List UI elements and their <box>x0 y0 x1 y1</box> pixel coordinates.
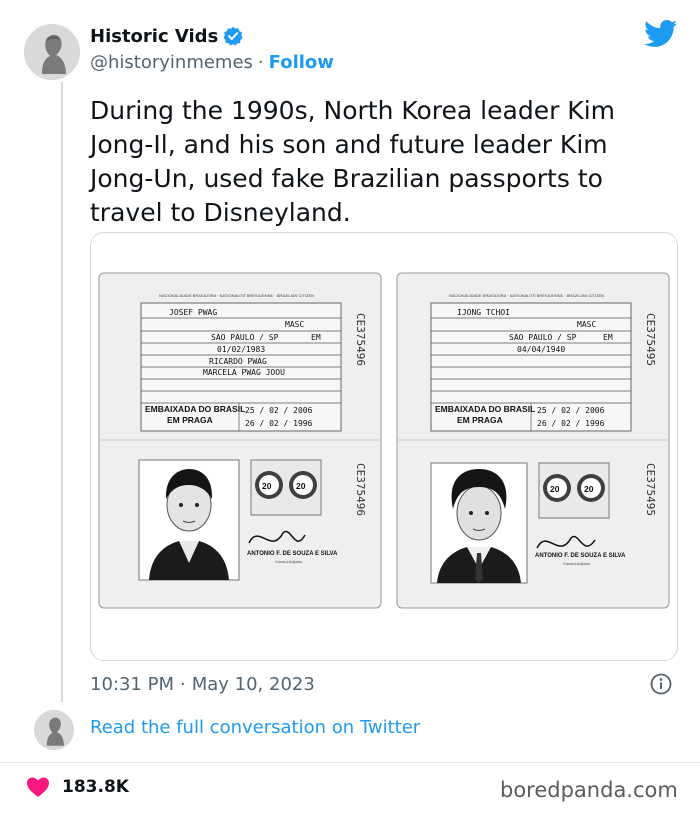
svg-text:26 / 02 / 1996: 26 / 02 / 1996 <box>245 419 313 428</box>
author-name[interactable]: Historic Vids <box>90 26 218 47</box>
svg-text:25 / 02 / 2006: 25 / 02 / 2006 <box>245 406 313 415</box>
thread-line <box>61 82 63 702</box>
tweet-media[interactable]: NACIONALIDADE BRASILEIRA · NATIONALITÉ B… <box>90 232 678 661</box>
svg-text:SAO PAULO / SP: SAO PAULO / SP <box>211 333 279 342</box>
read-conversation-link[interactable]: Read the full conversation on Twitter <box>90 717 420 738</box>
svg-text:EM PRAGA: EM PRAGA <box>167 415 213 425</box>
svg-text:01/02/1983: 01/02/1983 <box>217 345 265 354</box>
bottom-divider <box>0 762 700 763</box>
svg-text:MASC: MASC <box>577 320 596 329</box>
heart-icon[interactable] <box>26 776 50 798</box>
svg-text:ANTONIO F. DE SOUZA E SILVA: ANTONIO F. DE SOUZA E SILVA <box>247 551 338 557</box>
passport-1-surname: JOSEF PWAG <box>169 308 217 317</box>
svg-text:EMBAIXADA DO BRASIL: EMBAIXADA DO BRASIL <box>145 404 245 414</box>
svg-text:25 / 02 / 2006: 25 / 02 / 2006 <box>537 406 605 415</box>
passport-left: NACIONALIDADE BRASILEIRA · NATIONALITÉ B… <box>98 272 382 609</box>
separator-dot: · <box>257 51 264 73</box>
bust-portrait-image <box>24 24 80 80</box>
svg-text:CE375495: CE375495 <box>644 463 657 516</box>
svg-text:20: 20 <box>262 481 272 491</box>
svg-text:NACIONALIDADE BRASILEIRA · NAT: NACIONALIDADE BRASILEIRA · NATIONALITÉ B… <box>159 293 314 298</box>
svg-text:EMBAIXADA DO BRASIL: EMBAIXADA DO BRASIL <box>435 404 535 414</box>
like-count: 183.8K <box>62 777 129 797</box>
svg-text:EM PRAGA: EM PRAGA <box>457 415 503 425</box>
author-handle[interactable]: @historyinmemes <box>90 52 253 73</box>
svg-text:04/04/1940: 04/04/1940 <box>517 345 565 354</box>
verified-badge-icon <box>223 26 243 46</box>
timestamp-separator: · <box>179 673 186 695</box>
info-icon[interactable] <box>650 673 672 695</box>
passports-photo: NACIONALIDADE BRASILEIRA · NATIONALITÉ B… <box>91 233 677 660</box>
svg-text:CE375496: CE375496 <box>354 313 367 366</box>
svg-text:EM: EM <box>311 333 321 342</box>
tweet-date[interactable]: May 10, 2023 <box>192 674 315 695</box>
svg-text:20: 20 <box>296 481 306 491</box>
author-avatar[interactable] <box>24 24 80 80</box>
svg-text:Consul-Adjunto: Consul-Adjunto <box>275 559 303 564</box>
svg-text:MARCELA PWAG JOOU: MARCELA PWAG JOOU <box>203 368 285 377</box>
svg-text:RICARDO PWAG: RICARDO PWAG <box>209 357 267 366</box>
tweet-text: During the 1990s, North Korea leader Kim… <box>90 96 615 227</box>
svg-text:26 / 02 / 1996: 26 / 02 / 1996 <box>537 419 605 428</box>
svg-text:CE375495: CE375495 <box>644 313 657 366</box>
bust-portrait-small-image <box>34 710 74 750</box>
svg-text:CE375496: CE375496 <box>354 463 367 516</box>
follow-button[interactable]: Follow <box>269 52 334 73</box>
svg-text:20: 20 <box>550 484 560 494</box>
svg-text:NACIONALIDADE BRASILEIRA · NAT: NACIONALIDADE BRASILEIRA · NATIONALITÉ B… <box>449 293 604 298</box>
svg-text:SAO PAULO / SP: SAO PAULO / SP <box>509 333 577 342</box>
tweet-time[interactable]: 10:31 PM <box>90 674 174 695</box>
passport-2-surname: IJONG TCHOI <box>457 308 510 317</box>
svg-text:EM: EM <box>603 333 613 342</box>
passport-right: NACIONALIDADE BRASILEIRA · NATIONALITÉ B… <box>396 272 670 609</box>
svg-text:ANTONIO F. DE SOUZA E SILVA: ANTONIO F. DE SOUZA E SILVA <box>535 553 626 559</box>
conversation-avatar <box>34 710 74 750</box>
svg-text:MASC: MASC <box>285 320 304 329</box>
svg-text:Consul-Adjunto: Consul-Adjunto <box>563 561 591 566</box>
svg-text:20: 20 <box>584 484 594 494</box>
twitter-bird-icon[interactable] <box>644 20 678 48</box>
source-watermark: boredpanda.com <box>500 778 678 802</box>
